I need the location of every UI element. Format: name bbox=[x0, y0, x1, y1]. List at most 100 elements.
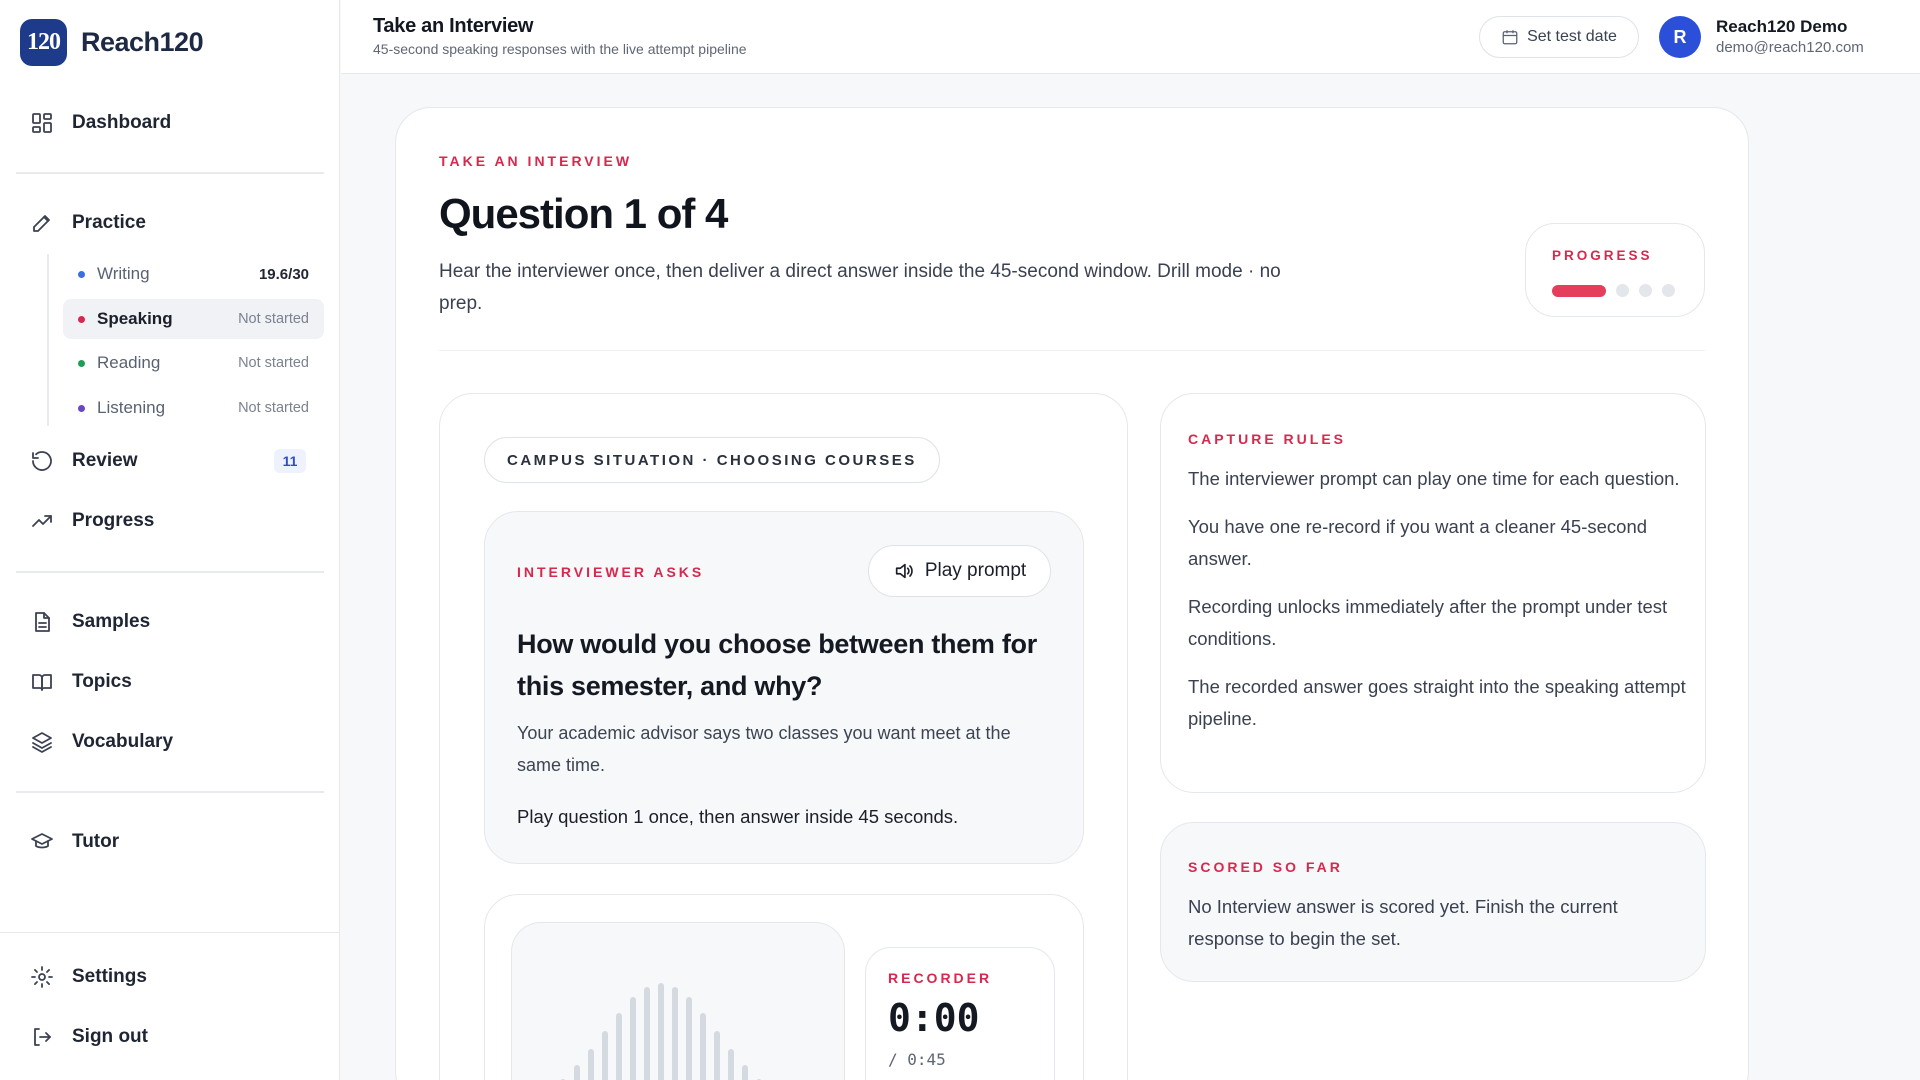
waveform-bar bbox=[644, 987, 650, 1080]
play-prompt-button[interactable]: Play prompt bbox=[868, 545, 1051, 597]
listening-dot bbox=[78, 404, 85, 412]
nav-tutor-label: Tutor bbox=[72, 831, 120, 852]
waveform-bar bbox=[728, 1049, 734, 1080]
topic-pill: CAMPUS SITUATION · CHOOSING COURSES bbox=[484, 437, 940, 483]
waveform-bar bbox=[616, 1013, 622, 1080]
document-icon bbox=[35, 612, 50, 632]
progress-step bbox=[1616, 284, 1629, 297]
gear-icon bbox=[31, 966, 53, 988]
play-prompt-label: Play prompt bbox=[924, 560, 1027, 581]
question-description: Hear the interviewer once, then deliver … bbox=[439, 261, 1281, 314]
waveform-panel bbox=[511, 922, 845, 1080]
writing-score: 19.6/30 bbox=[258, 265, 309, 283]
dashboard-icon bbox=[32, 113, 52, 133]
interviewer-question: How would you choose between them for th… bbox=[517, 629, 1037, 701]
capture-rules-card: CAPTURE RULES The interviewer prompt can… bbox=[1160, 393, 1706, 793]
sidebar-divider bbox=[16, 172, 324, 174]
calendar-icon bbox=[1502, 30, 1518, 45]
sign-out-icon bbox=[34, 1028, 51, 1046]
list-item: The interviewer prompt can play one time… bbox=[1188, 468, 1680, 489]
waveform-bar bbox=[630, 997, 636, 1080]
progress-step bbox=[1639, 284, 1652, 297]
waveform-bar bbox=[742, 1065, 748, 1080]
nav-samples-label: Samples bbox=[72, 611, 151, 632]
scenario-card: CAMPUS SITUATION · CHOOSING COURSES INTE… bbox=[439, 393, 1128, 1080]
user-email: demo@reach120.com bbox=[1716, 39, 1864, 56]
speaking-label: Speaking bbox=[97, 309, 173, 328]
review-count-badge: 11 bbox=[274, 449, 306, 473]
question-title: Question 1 of 4 bbox=[439, 190, 728, 237]
recorder-panel: RECORDER 0:00 / 0:45 bbox=[865, 947, 1055, 1080]
nav-topics[interactable]: Topics bbox=[30, 667, 132, 697]
scored-so-far-card: SCORED SO FAR No Interview answer is sco… bbox=[1160, 822, 1706, 982]
waveform-bar bbox=[588, 1049, 594, 1080]
waveform-bar bbox=[700, 1013, 706, 1080]
sidebar-footer-divider bbox=[0, 932, 340, 933]
writing-dot bbox=[78, 270, 85, 278]
progress-indicator: PROGRESS bbox=[1525, 223, 1705, 317]
nav-review[interactable]: Review bbox=[30, 446, 137, 476]
recorder-time: 0:00 bbox=[888, 996, 980, 1040]
section-divider bbox=[439, 350, 1705, 351]
page-title: Take an Interview bbox=[373, 15, 534, 37]
writing-label: Writing bbox=[97, 264, 150, 283]
reading-dot bbox=[78, 359, 85, 367]
brand[interactable]: 120 Reach120 bbox=[20, 19, 204, 66]
sidebar-item-reading[interactable]: Reading Not started bbox=[63, 343, 324, 383]
list-item: You have one re-record if you want a cle… bbox=[1188, 516, 1648, 569]
sidebar-item-writing[interactable]: Writing 19.6/30 bbox=[63, 254, 324, 294]
nav-samples[interactable]: Samples bbox=[30, 607, 150, 637]
practice-tree-line bbox=[47, 254, 49, 426]
waveform-bar bbox=[672, 987, 678, 1080]
list-item: The recorded answer goes straight into t… bbox=[1188, 676, 1686, 729]
speaking-dot bbox=[78, 315, 85, 323]
nav-sign-out[interactable]: Sign out bbox=[30, 1022, 148, 1052]
recorder-label: RECORDER bbox=[888, 970, 993, 986]
nav-dashboard[interactable]: Dashboard bbox=[30, 108, 171, 138]
nav-settings[interactable]: Settings bbox=[30, 962, 147, 992]
page-subtitle: 45-second speaking responses with the li… bbox=[373, 41, 747, 57]
recorder-card: RECORDER 0:00 / 0:45 bbox=[484, 894, 1084, 1080]
set-test-date-button[interactable]: Set test date bbox=[1479, 16, 1639, 58]
brand-logo: 120 bbox=[20, 19, 67, 66]
reading-label: Reading bbox=[97, 353, 161, 372]
capture-rules-list: The interviewer prompt can play one time… bbox=[1188, 463, 1688, 751]
nav-practice-label: Practice bbox=[72, 212, 146, 233]
top-header: Take an Interview 45-second speaking res… bbox=[341, 0, 1920, 74]
nav-vocabulary[interactable]: Vocabulary bbox=[30, 727, 173, 757]
progress-steps bbox=[1552, 284, 1675, 297]
waveform-bar bbox=[686, 997, 692, 1080]
nav-review-label: Review bbox=[72, 450, 138, 471]
nav-progress[interactable]: Progress bbox=[30, 506, 154, 536]
book-open-icon bbox=[32, 674, 52, 691]
layers-icon bbox=[32, 732, 52, 753]
sidebar-item-speaking[interactable]: Speaking Not started bbox=[63, 299, 324, 339]
nav-tutor[interactable]: Tutor bbox=[30, 827, 119, 857]
sidebar-item-listening[interactable]: Listening Not started bbox=[63, 388, 324, 428]
scored-so-far-label: SCORED SO FAR bbox=[1188, 859, 1343, 875]
nav-sign-out-label: Sign out bbox=[72, 1026, 148, 1047]
waveform-bar bbox=[658, 983, 664, 1080]
interviewer-asks-card: INTERVIEWER ASKS Play prompt How would y… bbox=[484, 511, 1084, 864]
sidebar: 120 Reach120 Dashboard Practice Writing … bbox=[0, 0, 340, 1080]
nav-progress-label: Progress bbox=[72, 510, 155, 531]
nav-topics-label: Topics bbox=[72, 671, 132, 692]
graduation-cap-icon bbox=[31, 833, 53, 849]
waveform-bar bbox=[574, 1065, 580, 1080]
nav-vocabulary-label: Vocabulary bbox=[72, 731, 174, 752]
capture-rules-label: CAPTURE RULES bbox=[1188, 431, 1347, 447]
history-icon bbox=[32, 451, 52, 471]
progress-step-active bbox=[1552, 284, 1606, 297]
brand-name: Reach120 bbox=[81, 27, 204, 57]
section-eyebrow: TAKE AN INTERVIEW bbox=[439, 153, 633, 169]
listening-label: Listening bbox=[97, 398, 166, 417]
nav-practice[interactable]: Practice bbox=[30, 208, 146, 238]
progress-label: PROGRESS bbox=[1552, 248, 1653, 263]
recorder-limit: / 0:45 bbox=[888, 1050, 946, 1069]
user-name: Reach120 Demo bbox=[1716, 17, 1848, 36]
avatar[interactable]: R bbox=[1659, 16, 1701, 58]
waveform bbox=[532, 981, 828, 1080]
sidebar-divider bbox=[16, 791, 324, 793]
waveform-bar bbox=[602, 1031, 608, 1080]
nav-settings-label: Settings bbox=[72, 966, 147, 987]
